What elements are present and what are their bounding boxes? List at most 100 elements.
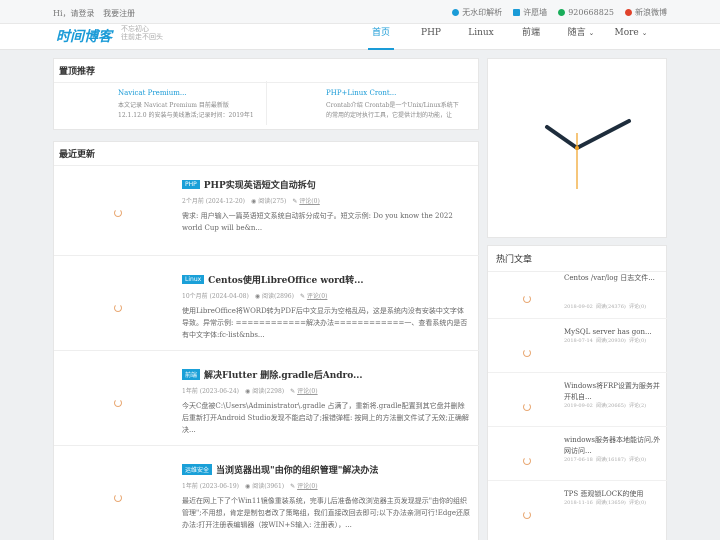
topbar-link-label: 新浪微博 — [635, 8, 667, 17]
article-tag[interactable]: PHP — [182, 180, 200, 189]
article-thumbnail[interactable] — [58, 261, 176, 347]
slogan-line: 不忘初心 — [121, 25, 149, 33]
article-time: 1年前 (2023-06-19) — [182, 483, 240, 490]
article-title[interactable]: 解决Flutter 删除.gradle后Andro... — [204, 368, 363, 381]
article-thumbnail[interactable] — [58, 451, 176, 537]
topbar-link-label: 无水印解析 — [462, 8, 503, 17]
register-link[interactable]: 我要注册 — [103, 9, 135, 18]
article-views: 阅读(2298) — [252, 388, 285, 395]
recommend-thumbnail — [62, 87, 108, 123]
article-comments[interactable]: 评论(0) — [307, 293, 328, 300]
hot-item-title[interactable]: Centos /var/log 日志文件... — [564, 273, 664, 284]
article-views: 阅读(2896) — [262, 293, 294, 300]
site-header: 时间博客 不忘初心 往前走不回头 首页 PHP Linux 前端 随言 ⌄ Mo… — [0, 24, 720, 50]
article-title[interactable]: 当浏览器出现"由你的组织管理"解决办法 — [216, 463, 378, 476]
hot-item-title[interactable]: windows服务器本地能访问,外网访问... — [564, 435, 664, 457]
hot-item-meta: 2018-11-16 阅读(13659) 评论(0) — [564, 499, 646, 506]
article-title[interactable]: PHP实现英语短文自动拆句 — [204, 178, 316, 191]
eye-icon: ◉ — [245, 388, 251, 395]
article-tag[interactable]: Linux — [182, 275, 205, 284]
hot-date: 2018-09-02 — [564, 304, 593, 310]
comment-icon: ✎ — [299, 293, 305, 300]
article-comments[interactable]: 评论(0) — [297, 388, 318, 395]
clock-widget — [487, 58, 667, 238]
qq-icon — [558, 9, 566, 16]
loading-spinner-icon — [523, 511, 531, 519]
hot-item[interactable]: MySQL server has gon... 2018-07-14 阅读(20… — [488, 320, 668, 373]
article-desc: 需求: 用户输入一篇英语短文系统自动拆分成句子。短文示例: Do you kno… — [182, 212, 453, 232]
hot-thumbnail[interactable] — [492, 380, 554, 422]
loading-spinner-icon — [523, 403, 531, 411]
topbar-link-qq[interactable]: 920668825 — [558, 7, 614, 18]
chevron-down-icon: ⌄ — [588, 29, 595, 37]
hot-item[interactable]: Windows将FRP设置为服务并开机自... 2019-09-02 阅读(20… — [488, 374, 668, 427]
article-tag[interactable]: 前端 — [182, 369, 201, 380]
loading-spinner-icon — [523, 295, 531, 303]
eye-icon: ◉ — [245, 483, 251, 490]
recommend-panel: 置顶推荐 Navicat Premium... 本文记录 Navicat Pre… — [53, 58, 479, 130]
hot-thumbnail[interactable] — [492, 434, 554, 476]
article-time: 10个月前 (2024-04-08) — [182, 293, 249, 300]
article-item[interactable]: PHP PHP实现英语短文自动拆句 2个月前 (2024-12-20) ◉ 阅读(2… — [54, 162, 479, 256]
hot-item[interactable]: Centos /var/log 日志文件... 2018-09-02 阅读(24… — [488, 266, 668, 319]
article-comments[interactable]: 评论(0) — [299, 198, 320, 205]
article-item[interactable]: 运维安全 当浏览器出现"由你的组织管理"解决办法 1年前 (2023-06-19)… — [54, 447, 479, 540]
clock-center — [575, 146, 579, 150]
hot-comments: 评论(0) — [629, 457, 647, 463]
hot-item[interactable]: windows服务器本地能访问,外网访问... 2017-06-18 阅读(16… — [488, 428, 668, 481]
loading-spinner-icon — [523, 457, 531, 465]
article-views: 阅读(3961) — [252, 483, 285, 490]
nav-item-linux[interactable]: Linux — [456, 24, 506, 50]
recommend-item[interactable]: Navicat Premium... 本文记录 Navicat Premium … — [54, 81, 254, 125]
hot-item-meta: 2018-07-14 阅读(20930) 评论(0) — [564, 337, 646, 344]
hot-item[interactable]: TPS 悲观锁LOCK的使用 2018-11-16 阅读(13659) 评论(0… — [488, 482, 668, 535]
loading-spinner-icon — [114, 209, 122, 217]
hot-views: 阅读(24376) — [596, 304, 626, 310]
recommend-item-desc: 本文记录 Navicat Premium 目前最新版 12.1.12.0 的安装… — [118, 102, 254, 119]
article-tag[interactable]: 运维安全 — [182, 464, 213, 475]
article-item[interactable]: 前端 解决Flutter 删除.gradle后Andro... 1年前 (2023… — [54, 352, 479, 446]
hot-item-meta: 2017-06-18 阅读(16187) 评论(0) — [564, 456, 646, 463]
eye-icon: ◉ — [251, 198, 257, 205]
hot-item-meta: 2018-09-02 阅读(24376) 评论(0) — [564, 303, 646, 310]
hot-thumbnail[interactable] — [492, 272, 554, 314]
article-desc: 最近在网上下了个Win11镜像重装系统，完事儿后准备修改浏览器主页发现提示"由你… — [182, 497, 470, 529]
hot-views: 阅读(13659) — [596, 500, 626, 506]
article-comments[interactable]: 评论(0) — [297, 483, 318, 490]
login-link[interactable]: Hi，请登录 — [53, 9, 95, 18]
article-item[interactable]: Linux Centos使用LibreOffice word转... 10个月前 … — [54, 257, 479, 351]
clock-face — [545, 119, 631, 189]
loading-spinner-icon — [114, 304, 122, 312]
loading-spinner-icon — [114, 399, 122, 407]
wall-icon — [513, 9, 521, 16]
hot-thumbnail[interactable] — [492, 326, 554, 368]
recommend-item-title[interactable]: PHP+Linux Cront... — [326, 89, 396, 97]
article-thumbnail[interactable] — [58, 356, 176, 442]
site-slogan: 不忘初心 往前走不回头 — [121, 25, 163, 41]
article-title[interactable]: Centos使用LibreOffice word转... — [208, 273, 363, 286]
topbar-link-weibo[interactable]: 新浪微博 — [625, 7, 667, 18]
recommend-item[interactable]: PHP+Linux Cront... Crontab介绍 Crontab是一个U… — [262, 81, 462, 125]
article-thumbnail[interactable] — [58, 166, 176, 252]
nav-item-home[interactable]: 首页 — [356, 24, 406, 50]
weibo-icon — [625, 9, 632, 16]
topbar-link-label: 许愿墙 — [523, 8, 548, 17]
hot-date: 2017-06-18 — [564, 457, 593, 463]
clock-hour-hand — [545, 125, 579, 150]
topbar-link-wish[interactable]: 许愿墙 — [513, 7, 547, 18]
recommend-item-title[interactable]: Navicat Premium... — [118, 89, 187, 97]
nav-item-frontend[interactable]: 前端 — [506, 24, 556, 50]
topbar-link-parse[interactable]: 无水印解析 — [452, 7, 502, 18]
hot-thumbnail[interactable] — [492, 488, 554, 530]
hot-comments: 评论(0) — [629, 338, 647, 344]
site-logo[interactable]: 时间博客 — [56, 26, 112, 46]
nav-item-notes[interactable]: 随言 ⌄ — [556, 24, 606, 50]
recommend-thumbnail — [270, 87, 316, 123]
clock-minute-hand — [575, 119, 631, 150]
hot-item-title[interactable]: Windows将FRP设置为服务并开机自... — [564, 381, 664, 403]
hot-comments: 评论(2) — [629, 403, 647, 409]
nav-item-more[interactable]: More ⌄ — [606, 24, 656, 50]
nav-item-php[interactable]: PHP — [406, 24, 456, 50]
latest-panel: 最近更新 PHP PHP实现英语短文自动拆句 2个月前 (2024-12-20) ◉… — [53, 141, 479, 540]
hot-comments: 评论(0) — [629, 304, 647, 310]
